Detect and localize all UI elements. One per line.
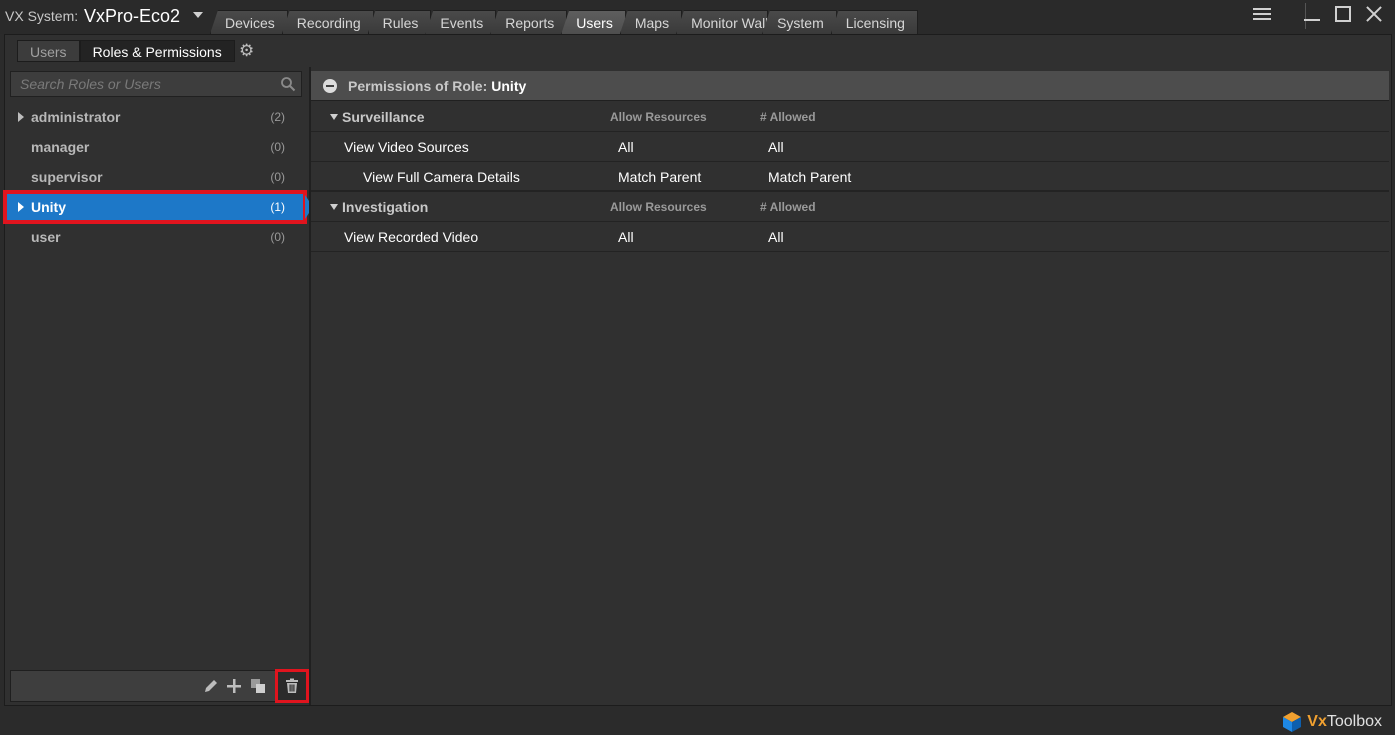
role-name-title: Unity xyxy=(491,78,527,94)
collapse-icon[interactable] xyxy=(323,79,337,93)
allowed-value: Match Parent xyxy=(768,169,852,185)
collapse-caret-icon[interactable] xyxy=(330,204,338,210)
window-controls xyxy=(1253,5,1383,23)
expand-arrow-icon[interactable] xyxy=(18,112,24,122)
add-icon[interactable] xyxy=(226,678,242,694)
column-header-allow-resources: Allow Resources xyxy=(610,200,707,214)
role-name: user xyxy=(31,229,61,245)
system-label: VX System: xyxy=(5,8,79,24)
permissions-pane: Permissions of Role: Unity Surveillance A… xyxy=(311,67,1389,705)
trash-icon xyxy=(286,678,298,693)
system-name[interactable]: VxPro-Eco2 xyxy=(84,6,180,27)
edit-icon[interactable] xyxy=(203,678,219,694)
permission-row-view-recorded-video[interactable]: View Recorded Video All All xyxy=(311,222,1389,252)
brand-name: VxToolbox xyxy=(1307,713,1382,730)
maximize-icon[interactable] xyxy=(1335,6,1351,22)
tab-users[interactable]: Users xyxy=(561,10,626,34)
minimize-icon[interactable] xyxy=(1303,5,1321,23)
roles-toolbar xyxy=(10,669,309,703)
role-name: Unity xyxy=(31,199,66,215)
role-item-user[interactable]: user (0) xyxy=(5,222,305,252)
role-item-administrator[interactable]: administrator (2) xyxy=(5,102,305,132)
allowed-value: All xyxy=(768,229,784,245)
tab-licensing[interactable]: Licensing xyxy=(830,10,918,34)
permission-row-view-video-sources[interactable]: View Video Sources All All xyxy=(311,132,1389,162)
subtab-roles-permissions[interactable]: Roles & Permissions xyxy=(79,40,235,62)
roles-pane: administrator (2) manager (0) supervisor… xyxy=(3,67,313,705)
search-icon[interactable] xyxy=(280,76,296,92)
role-count: (0) xyxy=(270,170,285,184)
role-item-manager[interactable]: manager (0) xyxy=(5,132,305,162)
role-count: (2) xyxy=(270,110,285,124)
tab-rules[interactable]: Rules xyxy=(367,10,432,34)
tab-system[interactable]: System xyxy=(762,10,837,34)
role-count: (0) xyxy=(270,230,285,244)
role-count: (1) xyxy=(270,200,285,214)
tab-events[interactable]: Events xyxy=(425,10,497,34)
permission-row-view-full-camera-details[interactable]: View Full Camera Details Match Parent Ma… xyxy=(311,162,1389,192)
section-name: Investigation xyxy=(342,199,429,215)
tab-reports[interactable]: Reports xyxy=(490,10,568,34)
allow-resources-value[interactable]: All xyxy=(618,222,634,252)
search-box xyxy=(10,71,302,97)
allowed-value: All xyxy=(768,139,784,155)
role-item-unity[interactable]: Unity (1) xyxy=(3,190,313,224)
system-dropdown-icon[interactable] xyxy=(193,12,203,18)
tab-maps[interactable]: Maps xyxy=(619,10,683,34)
expand-arrow-icon[interactable] xyxy=(18,202,24,212)
permissions-title: Permissions of Role: Unity xyxy=(348,78,527,94)
role-count: (0) xyxy=(270,140,285,154)
column-header-allowed: # Allowed xyxy=(760,200,816,214)
tab-monitor-walls[interactable]: Monitor Walls xyxy=(676,10,769,34)
permissions-header: Permissions of Role: Unity xyxy=(311,71,1389,101)
role-item-supervisor[interactable]: supervisor (0) xyxy=(5,162,305,192)
menu-icon[interactable] xyxy=(1253,5,1271,23)
cube-logo-icon xyxy=(1283,712,1302,732)
close-icon[interactable] xyxy=(1365,5,1383,23)
role-list: administrator (2) manager (0) supervisor… xyxy=(3,102,313,252)
brand-logo: VxToolbox xyxy=(1281,711,1382,733)
tab-devices[interactable]: Devices xyxy=(210,10,288,34)
permission-name: View Video Sources xyxy=(344,139,469,155)
allow-resources-value[interactable]: Match Parent xyxy=(618,162,701,192)
role-name: supervisor xyxy=(31,169,103,185)
role-name: manager xyxy=(31,139,90,155)
main-panel: Users Roles & Permissions ⚙ administrato… xyxy=(3,34,1392,706)
permission-name: View Recorded Video xyxy=(344,229,479,245)
column-header-allowed: # Allowed xyxy=(760,110,816,124)
collapse-caret-icon[interactable] xyxy=(330,114,338,120)
main-tabs: Devices Recording Rules Events Reports U… xyxy=(210,10,918,34)
gear-icon[interactable]: ⚙ xyxy=(239,42,255,59)
search-input[interactable] xyxy=(11,72,271,96)
section-surveillance[interactable]: Surveillance Allow Resources # Allowed xyxy=(311,102,1389,132)
duplicate-icon[interactable] xyxy=(250,678,266,694)
column-header-allow-resources: Allow Resources xyxy=(610,110,707,124)
allow-resources-value[interactable]: All xyxy=(618,132,634,162)
section-investigation[interactable]: Investigation Allow Resources # Allowed xyxy=(311,192,1389,222)
title-bar: VX System: VxPro-Eco2 Devices Recording … xyxy=(0,0,1395,34)
permission-name: View Full Camera Details xyxy=(363,169,520,185)
sub-tabs: Users Roles & Permissions xyxy=(17,40,235,62)
section-name: Surveillance xyxy=(342,109,425,125)
tab-recording[interactable]: Recording xyxy=(281,10,374,34)
role-name: administrator xyxy=(31,109,121,125)
delete-button[interactable] xyxy=(275,669,309,703)
subtab-users[interactable]: Users xyxy=(17,40,80,62)
